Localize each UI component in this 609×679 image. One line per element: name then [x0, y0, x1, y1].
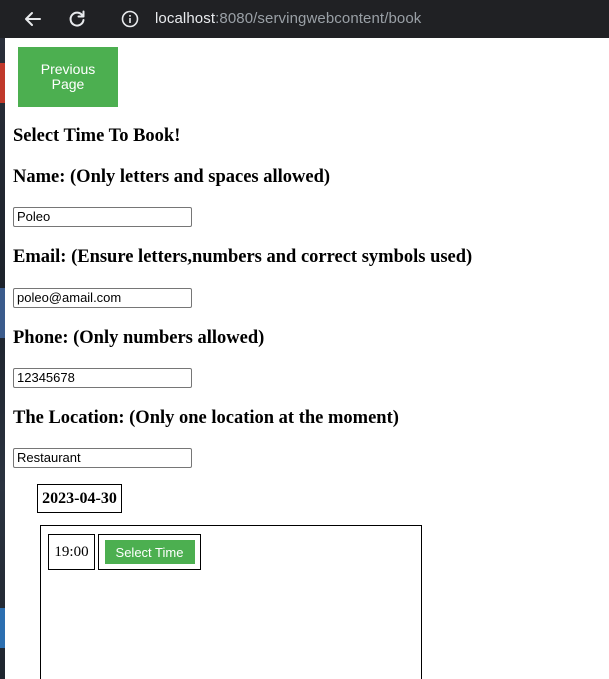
name-label: Name: (Only letters and spaces allowed)	[13, 167, 331, 187]
slot-action-cell: Select Time	[98, 534, 201, 570]
url-path: :8080/servingwebcontent/book	[215, 10, 422, 27]
date-header: 2023-04-30	[37, 484, 122, 513]
phone-field[interactable]: 12345678	[13, 368, 192, 388]
back-arrow-icon[interactable]	[21, 7, 45, 31]
previous-page-button[interactable]: Previous Page	[18, 47, 118, 107]
address-bar[interactable]: localhost:8080/servingwebcontent/book	[155, 10, 421, 27]
time-slots-table: 19:00 Select Time	[40, 525, 422, 679]
location-field[interactable]: Restaurant	[13, 448, 192, 468]
site-info-icon[interactable]	[119, 8, 141, 30]
email-field[interactable]: poleo@amail.com	[13, 288, 192, 308]
page-viewport: Previous Page Select Time To Book! Name:…	[5, 38, 609, 679]
url-host: localhost	[155, 10, 216, 27]
slot-time: 19:00	[48, 534, 95, 570]
location-label: The Location: (Only one location at the …	[13, 408, 399, 428]
reload-icon[interactable]	[65, 7, 89, 31]
phone-label: Phone: (Only numbers allowed)	[13, 328, 265, 348]
select-time-button[interactable]: Select Time	[104, 540, 195, 564]
name-field[interactable]: Poleo	[13, 207, 192, 227]
email-label: Email: (Ensure letters,numbers and corre…	[13, 247, 473, 267]
page-title: Select Time To Book!	[13, 126, 181, 146]
browser-toolbar: localhost:8080/servingwebcontent/book	[0, 0, 609, 38]
